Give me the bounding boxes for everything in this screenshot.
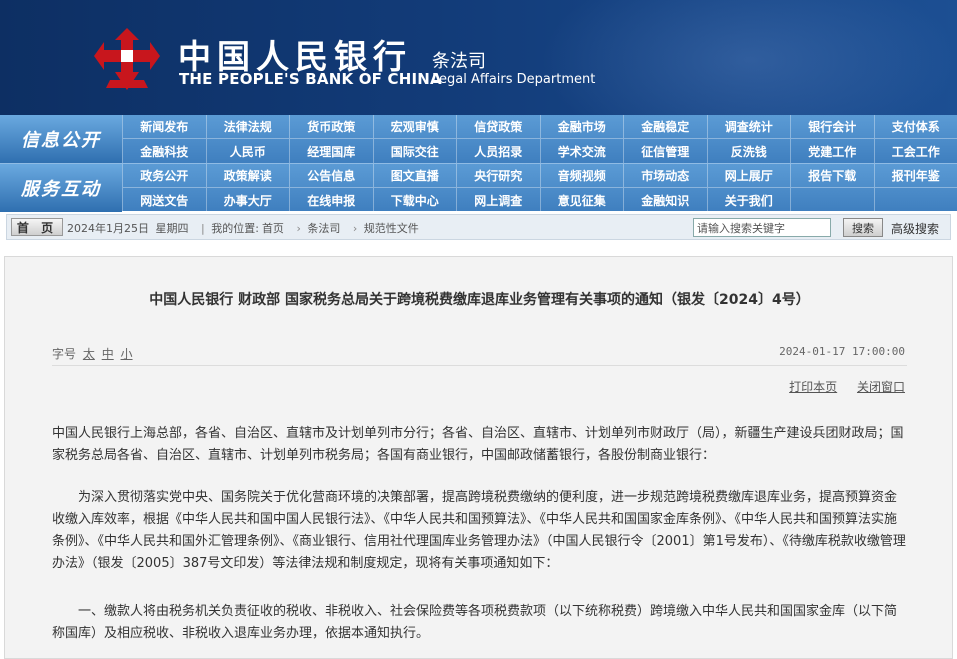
separator: | <box>201 222 205 235</box>
nav-link[interactable]: 金融稳定 <box>623 115 707 139</box>
font-size-medium[interactable]: 中 <box>102 347 114 361</box>
nav-link[interactable]: 网上调查 <box>456 188 540 212</box>
nav-link[interactable]: 信贷政策 <box>456 115 540 139</box>
breadcrumb-link-section[interactable]: 规范性文件 <box>364 222 419 235</box>
font-size-controls: 字号 太 中 小 <box>52 345 133 362</box>
location-label: 我的位置: <box>211 222 259 235</box>
nav-row-service: 服务互动 政务公开 政策解读 公告信息 图文直播 央行研究 音频视频 市场动态 … <box>0 163 957 212</box>
nav-heading-info: 信息公开 <box>0 115 122 163</box>
nav-link[interactable]: 办事大厅 <box>205 188 290 212</box>
breadcrumb-link-home[interactable]: 首页 <box>262 222 284 235</box>
chevron-right-icon: › <box>352 222 358 235</box>
article-container: 中国人民银行 财政部 国家税务总局关于跨境税费缴库退库业务管理有关事项的通知（银… <box>4 256 953 659</box>
publish-timestamp: 2024-01-17 17:00:00 <box>779 345 905 358</box>
search-button[interactable]: 搜索 <box>843 218 883 237</box>
article-paragraph: 一、缴款人将由税务机关负责征收的税收、非税收入、社会保险费等各项税费款项（以下统… <box>52 604 898 641</box>
department-name-cn: 条法司 <box>432 51 486 72</box>
nav-link[interactable]: 工会工作 <box>873 139 957 163</box>
nav-row-info: 信息公开 新闻发布 法律法规 货币政策 宏观审慎 信贷政策 金融市场 金融稳定 … <box>0 115 957 163</box>
font-size-large[interactable]: 太 <box>83 347 95 361</box>
nav-link-empty <box>790 188 874 212</box>
nav-link[interactable]: 报告下载 <box>790 164 874 188</box>
breadcrumb-trail: 2024年1月25日 星期四 | 我的位置: 首页 › 条法司 › 规范性文件 <box>67 220 422 236</box>
article-paragraph: 为深入贯彻落实党中央、国务院关于优化营商环境的决策部署，提高跨境税费缴纳的便利度… <box>52 490 906 571</box>
nav-grid-service: 政务公开 政策解读 公告信息 图文直播 央行研究 音频视频 市场动态 网上展厅 … <box>122 164 957 212</box>
main-navigation: 信息公开 新闻发布 法律法规 货币政策 宏观审慎 信贷政策 金融市场 金融稳定 … <box>0 115 957 212</box>
nav-link[interactable]: 反洗钱 <box>706 139 791 163</box>
home-button[interactable]: 首 页 <box>11 218 63 236</box>
bank-name-en: THE PEOPLE'S BANK OF CHINA <box>179 70 442 88</box>
nav-link[interactable]: 调查统计 <box>706 115 790 139</box>
nav-link[interactable]: 金融市场 <box>539 115 623 139</box>
nav-link[interactable]: 新闻发布 <box>122 115 206 139</box>
nav-link[interactable]: 人员招录 <box>456 139 540 163</box>
nav-grid-info: 新闻发布 法律法规 货币政策 宏观审慎 信贷政策 金融市场 金融稳定 调查统计 … <box>122 115 957 163</box>
nav-link[interactable]: 音频视频 <box>539 164 623 188</box>
nav-link[interactable]: 征信管理 <box>623 139 707 163</box>
nav-heading-service: 服务互动 <box>0 164 122 212</box>
nav-link[interactable]: 关于我们 <box>706 188 791 212</box>
nav-link-empty <box>873 188 957 212</box>
nav-link[interactable]: 金融知识 <box>623 188 707 212</box>
department-name-en: Legal Affairs Department <box>432 72 596 87</box>
nav-link[interactable]: 政务公开 <box>122 164 206 188</box>
article-paragraph: 中国人民银行上海总部，各省、自治区、直辖市及计划单列市分行；各省、自治区、直辖市… <box>52 426 904 463</box>
article-title: 中国人民银行 财政部 国家税务总局关于跨境税费缴库退库业务管理有关事项的通知（银… <box>149 292 810 308</box>
nav-link[interactable]: 银行会计 <box>790 115 874 139</box>
pboc-logo-icon <box>94 28 160 90</box>
article-tools: 打印本页 关闭窗口 <box>773 378 905 395</box>
close-window-link[interactable]: 关闭窗口 <box>857 380 905 394</box>
nav-link[interactable]: 学术交流 <box>539 139 624 163</box>
current-date: 2024年1月25日 <box>67 222 149 235</box>
nav-link[interactable]: 金融科技 <box>122 139 206 163</box>
nav-link[interactable]: 在线申报 <box>289 188 373 212</box>
divider <box>52 365 907 366</box>
nav-link[interactable]: 公告信息 <box>289 164 373 188</box>
nav-link[interactable]: 党建工作 <box>790 139 874 163</box>
font-size-label: 字号 <box>52 347 77 361</box>
nav-link[interactable]: 央行研究 <box>456 164 540 188</box>
nav-link[interactable]: 网送文告 <box>122 188 206 212</box>
breadcrumb: 首 页 2024年1月25日 星期四 | 我的位置: 首页 › 条法司 › 规范性… <box>6 214 951 240</box>
nav-link[interactable]: 法律法规 <box>205 115 289 139</box>
font-size-small[interactable]: 小 <box>121 347 133 361</box>
breadcrumb-link-dept[interactable]: 条法司 <box>307 222 340 235</box>
nav-link[interactable]: 支付体系 <box>873 115 957 139</box>
nav-link[interactable]: 政策解读 <box>205 164 289 188</box>
nav-link[interactable]: 意见征集 <box>539 188 624 212</box>
nav-link[interactable]: 下载中心 <box>372 188 457 212</box>
banner-glow <box>540 0 957 115</box>
print-page-link[interactable]: 打印本页 <box>789 380 837 394</box>
nav-link[interactable]: 宏观审慎 <box>372 115 456 139</box>
nav-link[interactable]: 货币政策 <box>289 115 373 139</box>
current-weekday: 星期四 <box>155 222 189 235</box>
nav-link[interactable]: 网上展厅 <box>706 164 790 188</box>
nav-link[interactable]: 图文直播 <box>372 164 456 188</box>
nav-link[interactable]: 经理国库 <box>289 139 373 163</box>
chevron-right-icon: › <box>296 222 301 235</box>
site-banner: 中国人民银行 THE PEOPLE'S BANK OF CHINA 条法司 Le… <box>0 0 957 115</box>
nav-link[interactable]: 报刊年鉴 <box>873 164 957 188</box>
nav-link[interactable]: 国际交往 <box>372 139 457 163</box>
nav-link[interactable]: 市场动态 <box>623 164 707 188</box>
nav-link[interactable]: 人民币 <box>205 139 290 163</box>
search-input[interactable] <box>693 218 831 237</box>
advanced-search-link[interactable]: 高级搜索 <box>891 220 939 237</box>
